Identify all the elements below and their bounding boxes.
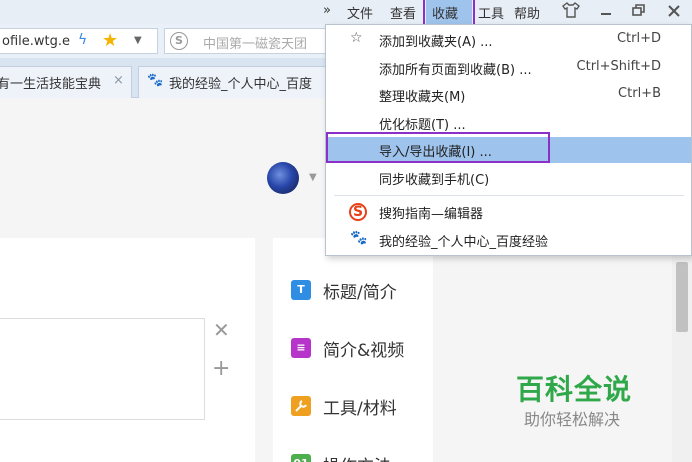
tab-label: 有一生活技能宝典 xyxy=(0,77,102,92)
sidebar-item-label: 工具/材料 xyxy=(323,399,397,419)
menu-item-label: 整理收藏夹(M) xyxy=(379,90,466,105)
add-icon[interactable]: + xyxy=(212,356,230,381)
menu-item-label: 添加到收藏夹(A) ... xyxy=(379,35,493,50)
tab-life-skills[interactable]: 有一生活技能宝典 × xyxy=(0,66,132,98)
document-icon: ≡ xyxy=(291,338,311,358)
menu-item-label: 优化标题(T) ... xyxy=(379,118,466,133)
menu-item-label: 同步收藏到手机(C) xyxy=(379,173,490,188)
chevron-down-icon[interactable]: ▼ xyxy=(309,172,317,183)
close-icon[interactable]: × xyxy=(113,73,124,88)
watermark-title: 百科全说 xyxy=(516,373,633,406)
import-export-highlight-box xyxy=(326,132,550,163)
sidebar-item-label: 简介&视频 xyxy=(323,341,405,361)
remove-icon[interactable]: ✕ xyxy=(213,318,230,342)
shirt-icon[interactable] xyxy=(562,2,580,22)
wrench-icon xyxy=(291,396,311,416)
menu-item-label: 搜狗指南—编辑器 xyxy=(379,207,484,222)
title-icon: T xyxy=(291,280,311,300)
menu-bar: » 文件 查看 收藏 工具 帮助 xyxy=(0,0,692,26)
menu-item-sogou-guide[interactable]: S 搜狗指南—编辑器 xyxy=(326,199,691,225)
star-icon[interactable]: ★ xyxy=(102,30,118,51)
avatar[interactable] xyxy=(267,162,299,194)
menu-item-my-experience[interactable]: 🐾 我的经验_个人中心_百度经验 xyxy=(326,227,691,253)
tab-my-experience[interactable]: 🐾 我的经验_个人中心_百度 xyxy=(138,66,326,98)
menu-overflow-chevron[interactable]: » xyxy=(323,3,331,18)
menu-file[interactable]: 文件 xyxy=(347,3,373,22)
menu-item-sync-mobile[interactable]: 同步收藏到手机(C) xyxy=(326,165,691,191)
url-field[interactable]: ofile.wtg.e ϟ ★ ▼ xyxy=(0,28,158,54)
lightning-icon[interactable]: ϟ xyxy=(78,32,87,48)
menu-item-shortcut: Ctrl+B xyxy=(618,86,661,101)
sogou-icon: S xyxy=(349,203,367,221)
menu-item-label: 我的经验_个人中心_百度经验 xyxy=(379,235,549,250)
menu-item-add-all-pages[interactable]: 添加所有页面到收藏(B) ... Ctrl+Shift+D xyxy=(326,55,691,81)
steps-icon: 01 xyxy=(291,454,311,462)
scrollbar-thumb[interactable] xyxy=(676,262,688,332)
chevron-down-icon[interactable]: ▼ xyxy=(134,35,142,46)
close-icon[interactable] xyxy=(668,2,680,22)
sidebar-item-label: 标题/简介 xyxy=(323,283,397,303)
menu-view[interactable]: 查看 xyxy=(390,3,416,22)
search-field[interactable]: S 中国第一磁瓷天团 xyxy=(164,28,334,54)
sidebar-item-label: 操作方法 xyxy=(323,452,391,462)
menu-item-organize[interactable]: 整理收藏夹(M) Ctrl+B xyxy=(326,82,691,108)
menu-tools[interactable]: 工具 xyxy=(478,3,504,22)
section-nav: T 标题/简介 ≡ 简介&视频 工具/材料 01 操作方法 xyxy=(273,238,433,462)
editor-input[interactable] xyxy=(0,318,205,420)
menu-help[interactable]: 帮助 xyxy=(514,3,540,22)
star-outline-icon: ☆ xyxy=(350,30,363,46)
search-placeholder: 中国第一磁瓷天团 xyxy=(203,37,308,52)
menu-item-label: 添加所有页面到收藏(B) ... xyxy=(379,63,532,78)
watermark-subtitle: 助你轻松解决 xyxy=(524,410,621,429)
menu-separator xyxy=(334,195,684,196)
url-text: ofile.wtg.e xyxy=(2,34,70,49)
favorites-highlight-box xyxy=(423,0,475,27)
restore-icon[interactable] xyxy=(632,2,646,22)
minimize-icon[interactable] xyxy=(600,2,612,22)
search-engine-icon[interactable]: S xyxy=(170,32,188,50)
tab-label: 我的经验_个人中心_百度 xyxy=(169,77,313,92)
menu-item-add-favorite[interactable]: ☆ 添加到收藏夹(A) ... Ctrl+D xyxy=(326,27,691,53)
menu-item-shortcut: Ctrl+D xyxy=(616,31,661,46)
paw-icon: 🐾 xyxy=(350,230,368,246)
paw-icon: 🐾 xyxy=(147,73,164,88)
menu-item-shortcut: Ctrl+Shift+D xyxy=(576,59,661,74)
